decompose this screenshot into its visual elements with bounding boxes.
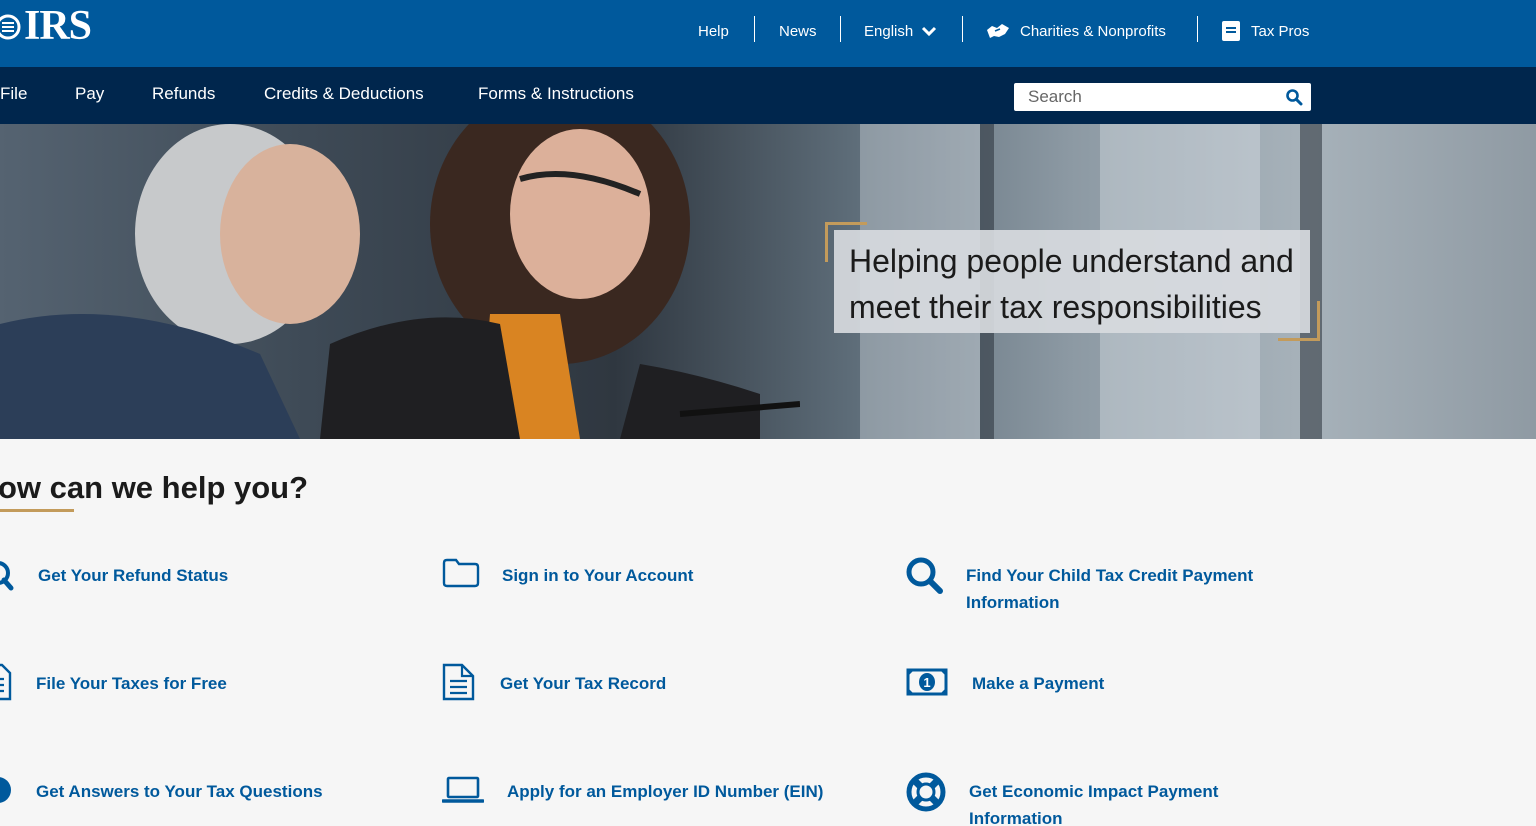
irs-logo[interactable]: IRS [0,3,92,49]
news-link-label: News [779,22,817,40]
main-nav: File Pay Refunds Credits & Deductions Fo… [0,67,1536,124]
folder-icon [442,558,480,588]
help-section-title: ow can we help you? [0,470,309,505]
eagle-logo-icon [0,14,21,40]
help-link-label: Help [698,22,729,40]
child-tax-credit-link[interactable]: Find Your Child Tax Credit Payment Infor… [966,562,1253,616]
tax-pros-label: Tax Pros [1251,22,1310,40]
document-icon [0,663,12,701]
tagline-line-2: meet their tax responsibilities [849,289,1262,325]
search-icon [906,557,943,594]
divider [1197,16,1198,42]
get-refund-status-link[interactable]: Get Your Refund Status [38,562,228,589]
help-link[interactable]: Help [698,18,729,44]
laptop-icon [442,776,484,803]
tagline-bracket [1278,301,1320,341]
title-underline [0,509,74,512]
tax-pros-link[interactable]: Tax Pros [1221,18,1309,44]
sign-in-account-link[interactable]: Sign in to Your Account [502,562,693,589]
child-tax-credit-line-2: Information [966,593,1060,612]
life-ring-icon [906,772,946,812]
language-dropdown[interactable]: English [864,18,937,44]
money-icon: 1 [906,668,948,696]
get-tax-record-link[interactable]: Get Your Tax Record [500,670,666,697]
file-taxes-free-link[interactable]: File Your Taxes for Free [36,670,227,697]
nav-item-credits-deductions[interactable]: Credits & Deductions [264,83,424,105]
search-input[interactable] [1014,83,1276,111]
hero-banner: Helping people understand and meet their… [0,124,1536,439]
economic-impact-line-2: Information [969,809,1063,826]
utility-header: IRS Help News English Charities & Nonpro… [0,0,1536,67]
apply-ein-link[interactable]: Apply for an Employer ID Number (EIN) [507,778,823,805]
economic-impact-payment-link[interactable]: Get Economic Impact Payment Information [969,778,1218,826]
nav-item-pay[interactable]: Pay [75,83,104,105]
tagline-box: Helping people understand and meet their… [834,230,1310,333]
book-icon [1222,21,1240,41]
svg-text:1: 1 [923,675,930,690]
tax-questions-link[interactable]: Get Answers to Your Tax Questions [36,778,323,805]
search-box [1014,83,1311,111]
language-label: English [864,22,914,40]
document-icon [442,663,475,701]
divider [840,16,841,42]
child-tax-credit-line-1: Find Your Child Tax Credit Payment [966,566,1254,585]
nav-item-file[interactable]: File [0,83,27,105]
charities-label: Charities & Nonprofits [1020,22,1166,40]
logo-text: IRS [24,3,92,49]
question-icon [0,777,11,803]
chevron-down-icon [922,26,937,37]
hero-people-image [0,124,800,439]
news-link[interactable]: News [779,18,817,44]
divider [962,16,963,42]
nav-item-refunds[interactable]: Refunds [152,83,215,105]
charities-link[interactable]: Charities & Nonprofits [986,18,1166,44]
economic-impact-line-1: Get Economic Impact Payment [969,782,1219,801]
search-icon[interactable] [1285,88,1303,106]
divider [754,16,755,42]
handshake-icon [987,24,1009,38]
search-icon [0,561,14,591]
make-payment-link[interactable]: Make a Payment [972,670,1104,697]
nav-item-forms-instructions[interactable]: Forms & Instructions [478,83,634,105]
tagline-line-1: Helping people understand and [849,243,1294,279]
